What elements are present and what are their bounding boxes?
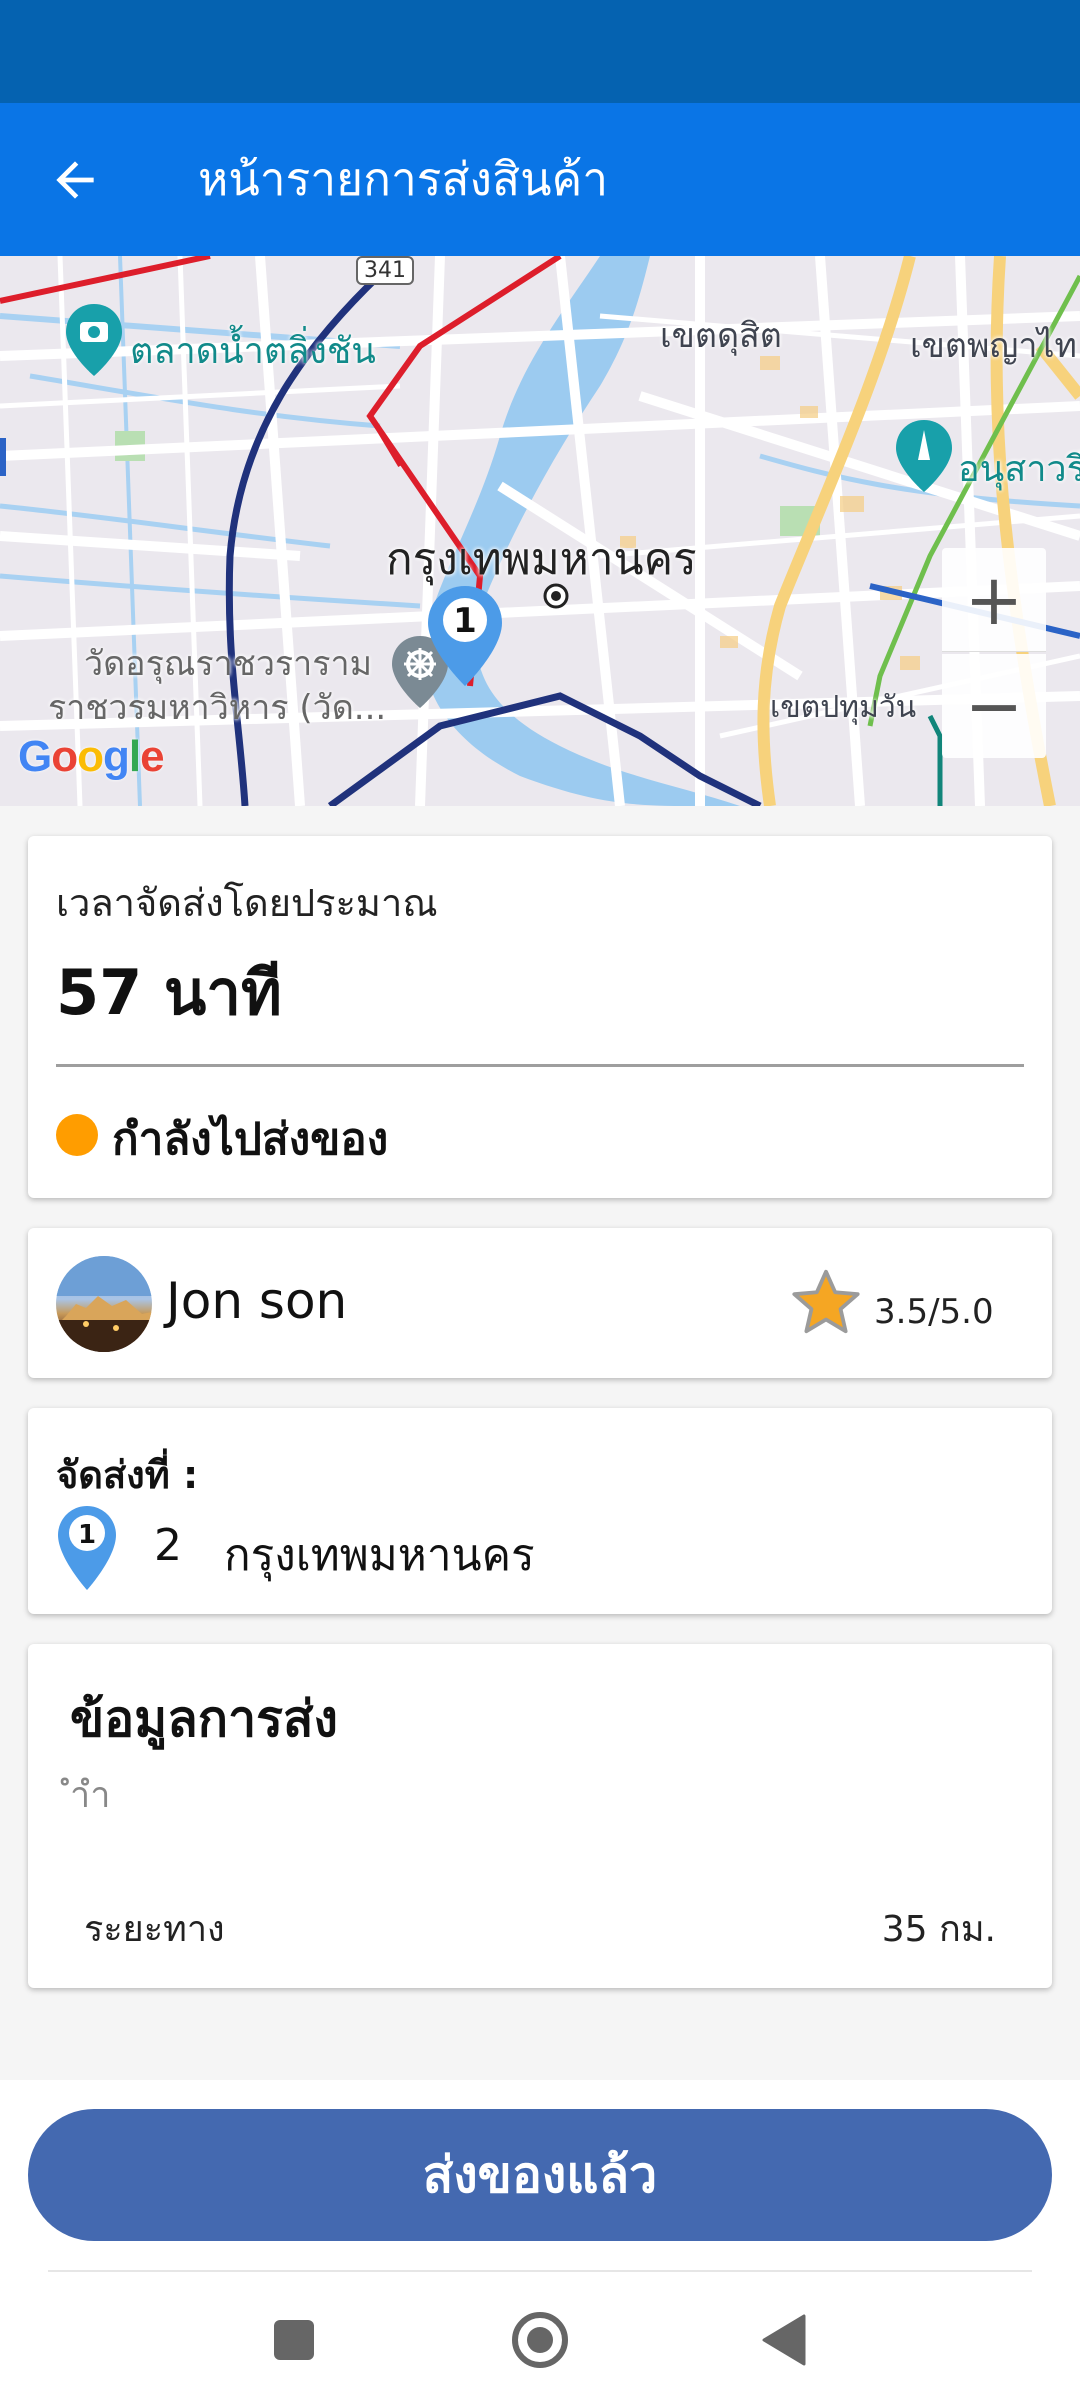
home-button[interactable] xyxy=(480,2300,600,2380)
info-note: ำำ xyxy=(70,1775,111,1816)
zoom-in-button[interactable]: + xyxy=(942,548,1046,652)
nav-divider xyxy=(48,2270,1032,2272)
poi-camera-icon xyxy=(66,304,122,376)
back-button[interactable] xyxy=(0,103,150,256)
arrow-left-icon xyxy=(56,160,94,199)
destination-label: จัดส่งที่ : xyxy=(56,1453,199,1497)
delivery-status: กำลังไปส่งของ xyxy=(112,1114,389,1165)
destination-card: จัดส่งที่ : 1 2 กรุงเทพมหานคร xyxy=(28,1408,1052,1614)
map-label-phaya-thai: เขตพญาไท xyxy=(910,326,1077,366)
page-title: หน้ารายการส่งสินค้า xyxy=(198,152,609,206)
distance-value: 35 กม. xyxy=(881,1909,996,1950)
status-dot-icon xyxy=(56,1114,98,1156)
destination-city: กรุงเทพมหานคร xyxy=(224,1530,535,1581)
poi-monument-icon xyxy=(896,420,952,492)
eta-value: 57 นาที xyxy=(56,956,282,1029)
destination-number: 2 xyxy=(154,1520,182,1571)
map-label-market: ตลาดน้ำตลิ่งชัน xyxy=(130,331,376,372)
home-circle-icon xyxy=(512,2312,568,2368)
triangle-back-icon xyxy=(762,2314,806,2366)
distance-label: ระยะทาง xyxy=(84,1909,225,1950)
driver-name: Jon son xyxy=(166,1272,348,1330)
zoom-out-button[interactable]: − xyxy=(942,654,1046,758)
map-pin-number: 1 xyxy=(453,601,477,641)
eta-card: เวลาจัดส่งโดยประมาณ 57 นาที กำลังไปส่งขอ… xyxy=(28,836,1052,1198)
map-label-pathum-wan: เขตปทุมวัน xyxy=(770,690,917,725)
map-label-bangkok: กรุงเทพมหานคร xyxy=(386,534,697,585)
star-icon xyxy=(792,1269,860,1334)
google-logo: Google xyxy=(18,732,165,781)
square-icon xyxy=(274,2320,314,2360)
driver-rating: 3.5/5.0 xyxy=(874,1292,994,1332)
map-pin-icon[interactable]: 1 xyxy=(428,586,502,686)
back-nav-button[interactable] xyxy=(724,2300,844,2380)
location-pin-number: 1 xyxy=(78,1520,96,1550)
eta-label: เวลาจัดส่งโดยประมาณ xyxy=(56,881,438,925)
map-label-temple-line2: ราชวรมหาวิหาร (วัด... xyxy=(48,688,387,728)
driver-card[interactable]: Jon son 3.5/5.0 xyxy=(28,1228,1052,1378)
map-view[interactable]: ตลาดน้ำตลิ่งชัน เขตดุสิต เขตพญาไท อนุสาว… xyxy=(0,256,1080,806)
info-title: ข้อมูลการส่ง xyxy=(70,1690,338,1748)
status-bar xyxy=(0,0,1080,103)
location-pin-icon: 1 xyxy=(58,1506,116,1590)
map-label-victory: อนุสาวรี xyxy=(958,449,1080,490)
road-shield-341: 341 xyxy=(356,256,414,285)
delivery-info-card: ข้อมูลการส่ง ำำ ระยะทาง 35 กม. xyxy=(28,1644,1052,1988)
map-label-dusit: เขตดุสิต xyxy=(660,316,782,356)
delivered-button[interactable]: ส่งของแล้ว xyxy=(28,2109,1052,2241)
recent-apps-button[interactable] xyxy=(234,2300,354,2380)
divider xyxy=(56,1064,1024,1067)
avatar xyxy=(56,1256,152,1352)
app-bar: หน้ารายการส่งสินค้า xyxy=(0,103,1080,256)
